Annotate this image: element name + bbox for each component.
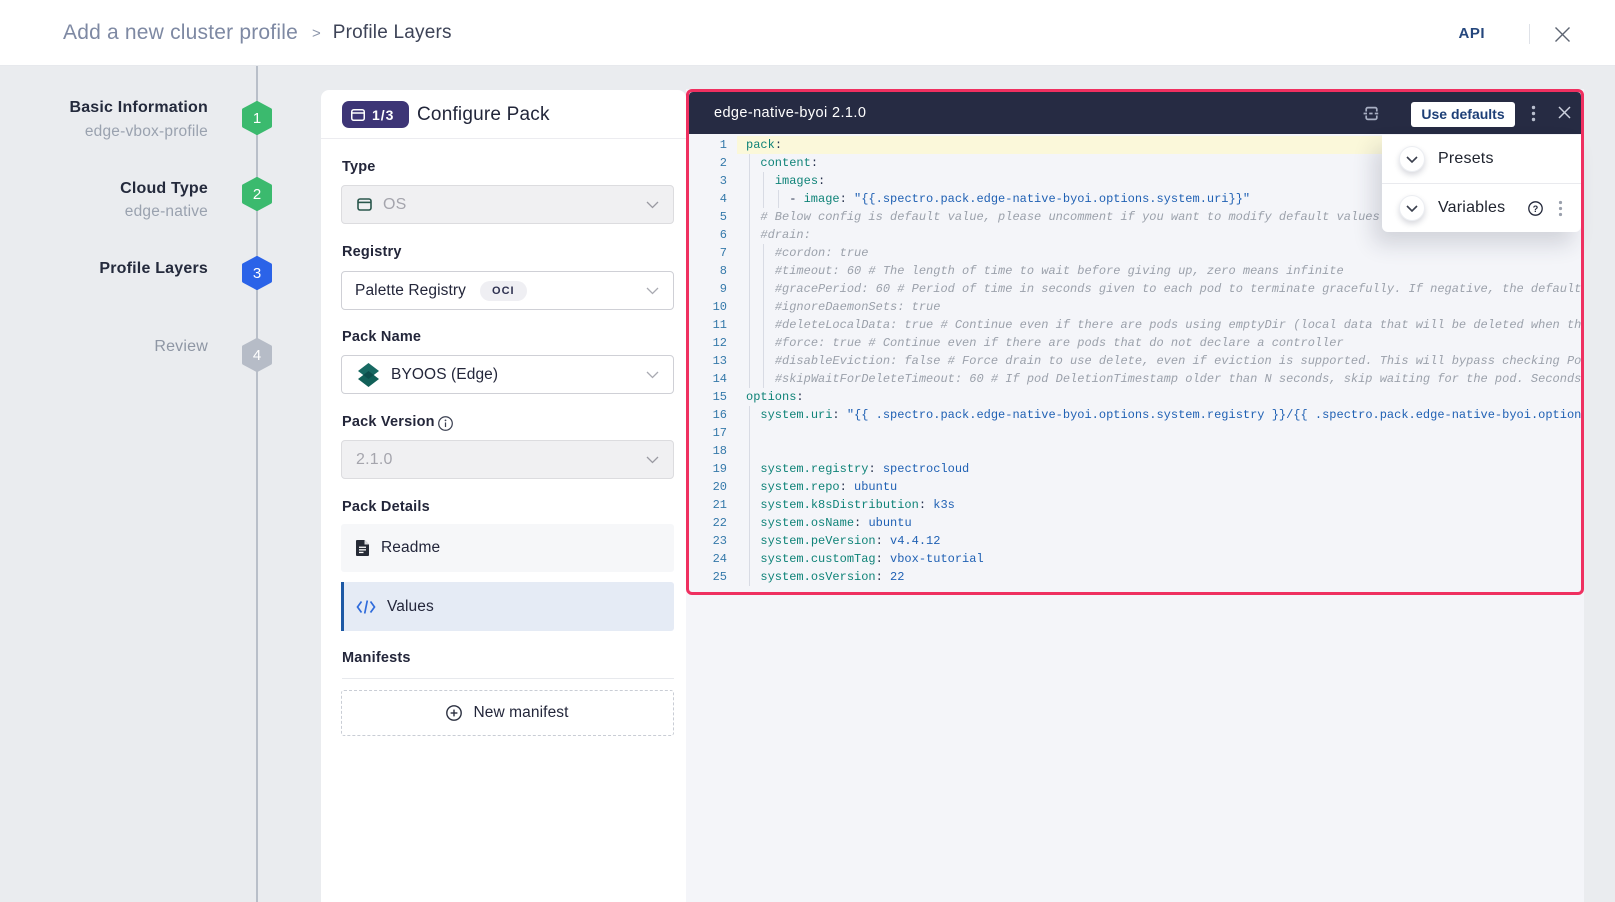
svg-text:?: ?: [1533, 204, 1539, 214]
